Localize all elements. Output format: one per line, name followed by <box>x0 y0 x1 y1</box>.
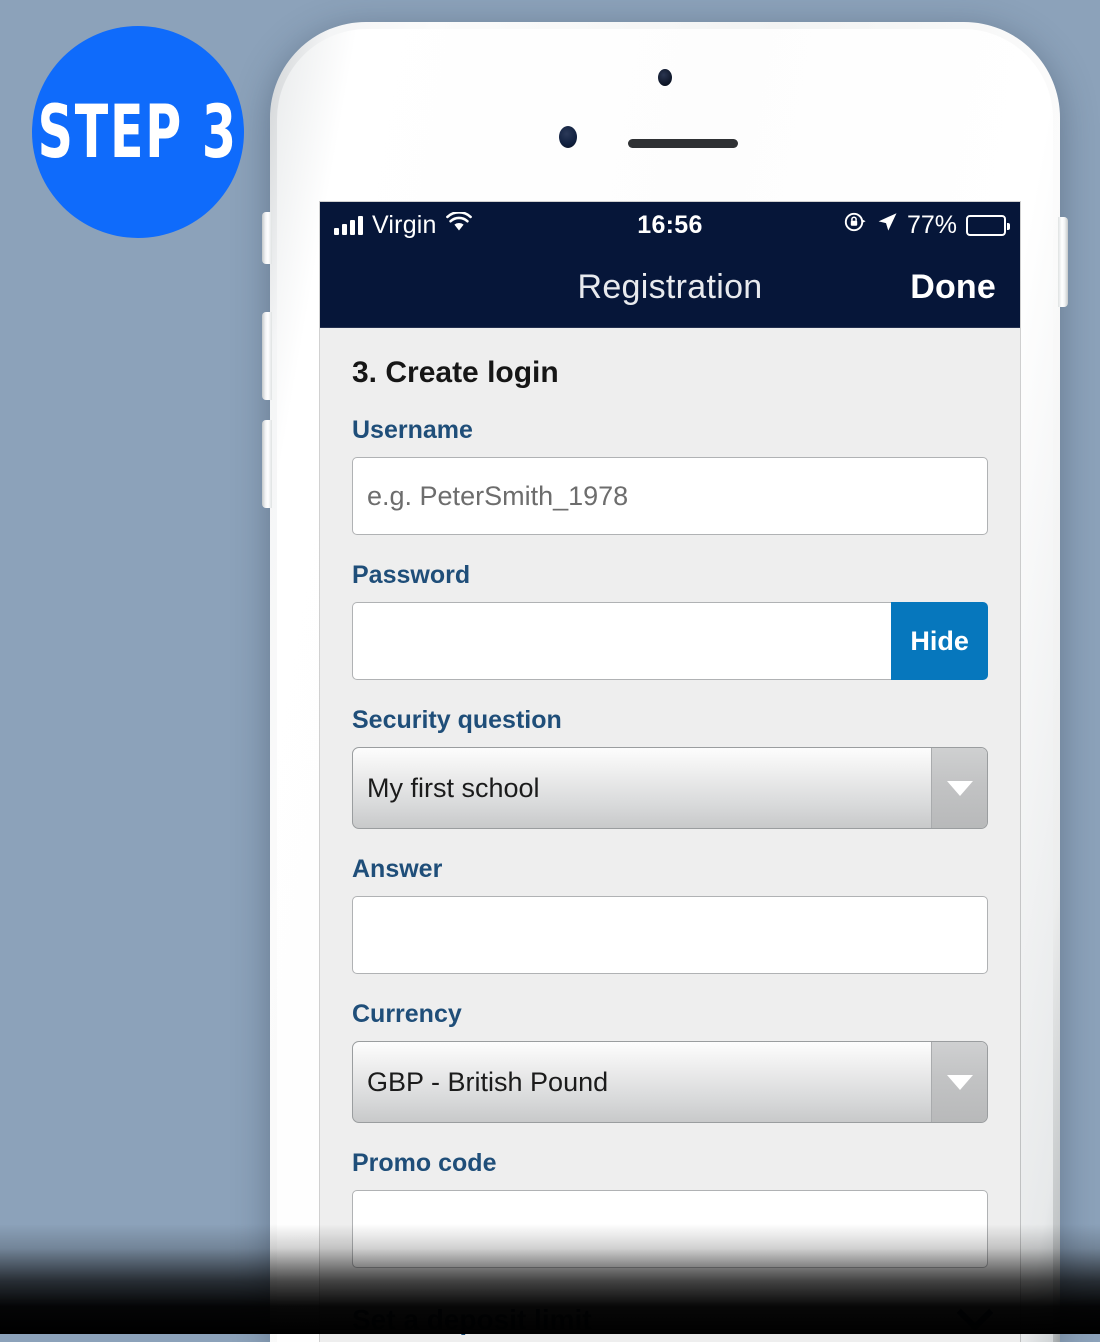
volume-up-button[interactable] <box>262 312 272 400</box>
field-label-currency: Currency <box>352 1000 462 1028</box>
done-button[interactable]: Done <box>910 268 996 307</box>
volume-down-button[interactable] <box>262 420 272 508</box>
location-arrow-icon <box>876 211 898 240</box>
field-label-promo-code: Promo code <box>352 1149 497 1177</box>
deposit-limit-section-header[interactable]: Set a deposit limit <box>352 1294 994 1342</box>
field-security-question: Security question My first school <box>352 706 988 829</box>
page-title: Registration <box>577 268 763 306</box>
proximity-sensor-icon <box>559 126 577 148</box>
currency-value: GBP - British Pound <box>367 1066 609 1097</box>
field-label-username: Username <box>352 416 473 444</box>
security-question-select[interactable]: My first school <box>352 747 988 829</box>
signal-bars-icon <box>334 215 363 235</box>
battery-icon <box>966 214 1010 236</box>
password-input[interactable] <box>352 602 892 680</box>
step-badge-label: STEP 3 <box>37 88 239 175</box>
chevron-down-icon <box>956 1294 994 1332</box>
password-row: Hide <box>352 602 988 680</box>
carrier-label: Virgin <box>372 210 437 239</box>
field-currency: Currency GBP - British Pound <box>352 1000 988 1123</box>
section-title: 3. Create login <box>352 356 559 389</box>
username-input[interactable]: e.g. PeterSmith_1978 <box>352 457 988 535</box>
deposit-limit-label: Set a deposit limit <box>352 1304 592 1335</box>
security-question-value: My first school <box>367 772 540 803</box>
wifi-icon <box>445 211 472 239</box>
camera-icon <box>658 69 672 86</box>
chevron-down-icon <box>931 748 987 828</box>
field-password: Password Hide <box>352 561 988 680</box>
status-bar-right: 77% <box>843 210 1010 241</box>
field-username: Username e.g. PeterSmith_1978 <box>352 416 988 535</box>
field-label-password: Password <box>352 561 471 589</box>
step-badge: STEP 3 <box>32 26 244 238</box>
answer-input[interactable] <box>352 896 988 974</box>
mute-switch-button[interactable] <box>262 212 272 264</box>
earpiece-speaker-icon <box>628 139 738 148</box>
hide-password-button[interactable]: Hide <box>891 602 988 680</box>
registration-form: 3. Create login Username e.g. PeterSmith… <box>320 328 1020 1342</box>
navigation-bar: Registration Done <box>320 248 1020 328</box>
power-button[interactable] <box>1058 217 1068 307</box>
field-label-security-question: Security question <box>352 706 562 734</box>
promo-code-input[interactable] <box>352 1190 988 1268</box>
phone-screen: Virgin 16:56 77% Registration Done 3. Cr… <box>320 202 1020 1342</box>
currency-select[interactable]: GBP - British Pound <box>352 1041 988 1123</box>
chevron-down-icon <box>931 1042 987 1122</box>
status-bar: Virgin 16:56 77% <box>320 202 1020 248</box>
field-promo-code: Promo code <box>352 1149 988 1268</box>
field-label-answer: Answer <box>352 855 443 883</box>
battery-percent-label: 77% <box>906 210 957 239</box>
rotation-lock-icon <box>843 210 867 241</box>
phone-device: Virgin 16:56 77% Registration Done 3. Cr… <box>262 22 1068 1342</box>
status-bar-left: Virgin <box>334 211 472 240</box>
field-answer: Answer <box>352 855 988 974</box>
